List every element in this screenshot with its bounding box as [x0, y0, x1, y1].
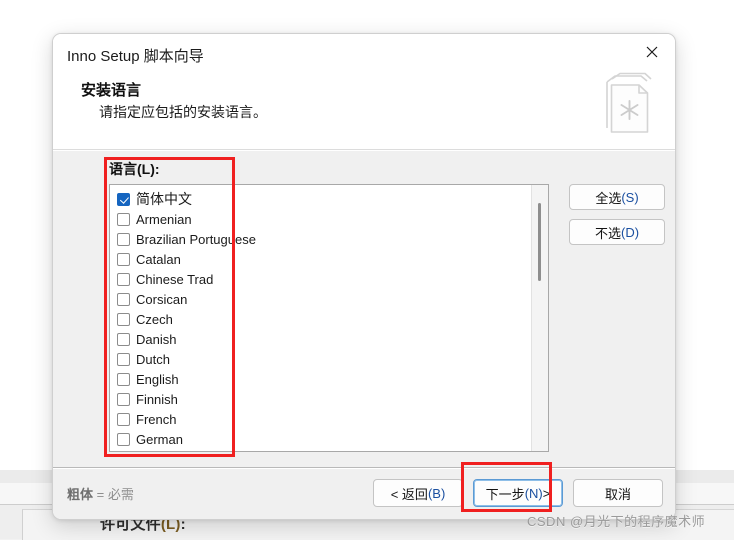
back-button-accel: (B)	[427, 485, 446, 501]
language-name: Finnish	[136, 391, 178, 407]
language-list-item[interactable]: Dutch	[114, 349, 531, 369]
language-list-item[interactable]: Finnish	[114, 389, 531, 409]
background-clipped-label-text: 许可文件	[100, 519, 161, 533]
page-subtitle: 请指定应包括的安装语言。	[99, 104, 267, 120]
language-name: French	[136, 411, 177, 427]
checkbox-checked-icon[interactable]	[117, 192, 130, 206]
select-none-button[interactable]: 不选 (D)	[569, 219, 665, 245]
next-button-label: 下一步	[485, 486, 525, 502]
language-list-item[interactable]: 简体中文	[114, 189, 531, 209]
language-list-item[interactable]: Brazilian Portuguese	[114, 229, 531, 249]
language-name: 简体中文	[136, 191, 192, 207]
back-button-label: < 返回	[390, 486, 428, 502]
cancel-button-label: 取消	[604, 486, 631, 502]
select-none-label: 不选	[594, 225, 621, 241]
cancel-button[interactable]: 取消	[573, 479, 663, 507]
background-clipped-field-label: 许可文件(L):	[100, 519, 186, 539]
dialog-body: 语言(L): 简体中文 Armenian Brazilian Portuguese C…	[53, 150, 675, 467]
inno-setup-script-wizard-dialog: Inno Setup 脚本向导 安装语言 请指定应包括的安装语言。 语言(L):…	[52, 33, 676, 520]
language-name: Armenian	[136, 211, 192, 227]
language-list-item[interactable]: Chinese Trad	[114, 269, 531, 289]
language-list-scrollbar[interactable]	[531, 185, 548, 451]
language-name: German	[136, 431, 183, 447]
language-name: Dutch	[136, 351, 170, 367]
dialog-title: Inno Setup 脚本向导	[67, 48, 204, 65]
watermark: CSDN @月光下的程序魔术师	[527, 514, 706, 529]
wizard-navigation-buttons: < 返回 (B) 下一步 (N) > 取消	[373, 479, 663, 507]
back-button[interactable]: < 返回 (B)	[373, 479, 463, 507]
checkbox-unchecked-icon[interactable]	[117, 312, 130, 326]
language-name: Danish	[136, 331, 177, 347]
checkbox-unchecked-icon[interactable]	[117, 232, 130, 246]
checkbox-unchecked-icon[interactable]	[117, 292, 130, 306]
required-fields-note: 粗体 = 必需	[67, 484, 134, 503]
language-name: Czech	[136, 311, 173, 327]
page-title: 安装语言	[81, 82, 142, 99]
dialog-header: Inno Setup 脚本向导 安装语言 请指定应包括的安装语言。	[53, 34, 675, 150]
next-button-accel: (N)	[524, 485, 543, 501]
language-list-item[interactable]: French	[114, 409, 531, 429]
checkbox-unchecked-icon[interactable]	[117, 272, 130, 286]
language-name: English	[136, 371, 179, 387]
background-clipped-label-accel: (L)	[160, 519, 181, 533]
language-name: Corsican	[136, 291, 188, 307]
required-fields-note-bold: 粗体	[67, 487, 94, 502]
checkbox-unchecked-icon[interactable]	[117, 392, 130, 406]
language-list-item[interactable]: Armenian	[114, 209, 531, 229]
language-list-item[interactable]: Danish	[114, 329, 531, 349]
documents-asterisk-icon	[606, 72, 652, 133]
language-name: Brazilian Portuguese	[136, 231, 256, 247]
checkbox-unchecked-icon[interactable]	[117, 212, 130, 226]
select-all-button[interactable]: 全选 (S)	[569, 184, 665, 210]
language-name: Chinese Trad	[136, 271, 214, 287]
checkbox-unchecked-icon[interactable]	[117, 332, 130, 346]
checkbox-unchecked-icon[interactable]	[117, 252, 130, 266]
language-list-item[interactable]: English	[114, 369, 531, 389]
language-listbox[interactable]: 简体中文 Armenian Brazilian Portuguese Catalan C…	[109, 184, 549, 452]
background-clipped-label-colon: :	[180, 519, 186, 533]
language-list-item[interactable]: German	[114, 429, 531, 449]
checkbox-unchecked-icon[interactable]	[117, 352, 130, 366]
language-list-item[interactable]: Catalan	[114, 249, 531, 269]
select-all-label: 全选	[595, 190, 622, 206]
next-button-suffix: >	[542, 485, 551, 501]
language-name: Catalan	[136, 251, 181, 267]
language-list-item[interactable]: Czech	[114, 309, 531, 329]
next-button[interactable]: 下一步 (N) >	[473, 479, 563, 507]
language-list-item[interactable]: Corsican	[114, 289, 531, 309]
list-action-buttons: 全选 (S) 不选 (D)	[569, 184, 665, 245]
required-fields-note-rest: = 必需	[93, 487, 134, 502]
checkbox-unchecked-icon[interactable]	[117, 432, 130, 446]
language-list-scrollbar-thumb[interactable]	[538, 203, 541, 281]
language-list-label: 语言(L):	[109, 161, 160, 177]
select-all-accel: (S)	[621, 189, 639, 205]
language-list-scroll-area[interactable]: 简体中文 Armenian Brazilian Portuguese Catalan C…	[110, 185, 531, 451]
checkbox-unchecked-icon[interactable]	[117, 412, 130, 426]
select-none-accel: (D)	[620, 224, 640, 240]
close-icon[interactable]	[635, 39, 669, 65]
checkbox-unchecked-icon[interactable]	[117, 372, 130, 386]
